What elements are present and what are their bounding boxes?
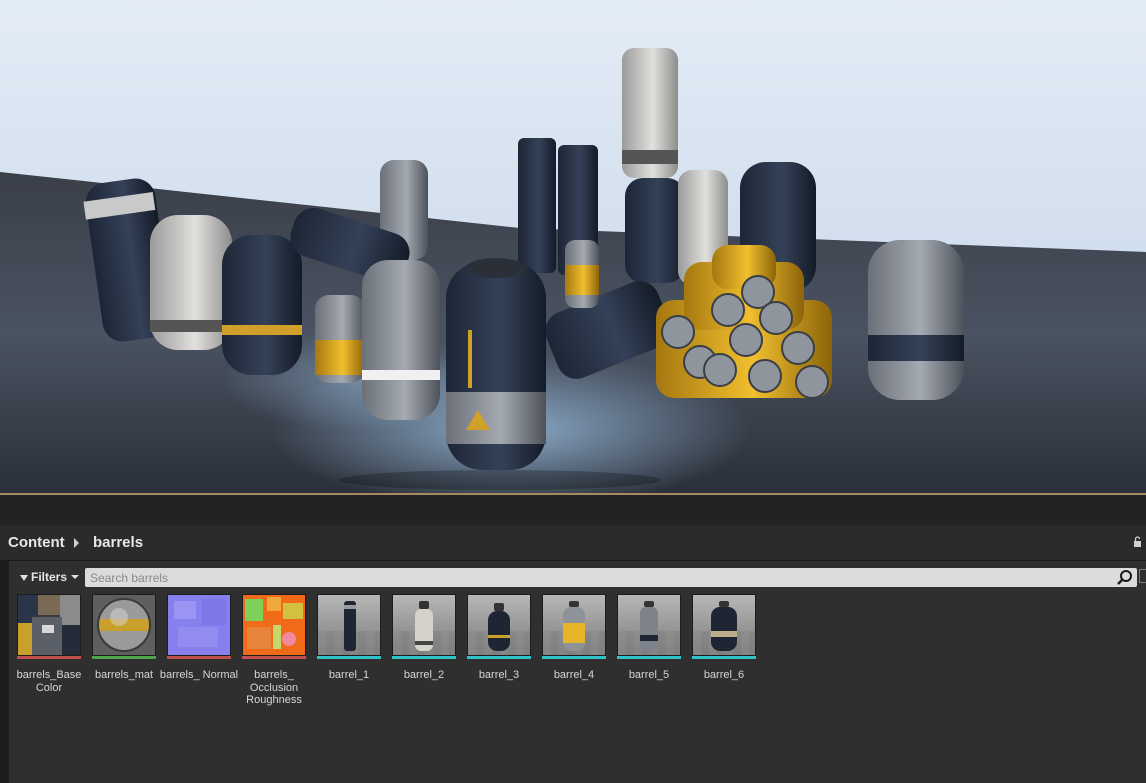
search-box bbox=[85, 568, 1137, 587]
texture-thumbnail bbox=[17, 594, 81, 656]
breadcrumb-barrels[interactable]: barrels bbox=[93, 534, 143, 551]
panel-divider[interactable] bbox=[0, 495, 1146, 525]
breadcrumb: Content barrels bbox=[0, 525, 1146, 561]
search-input[interactable] bbox=[90, 569, 1100, 586]
asset-type-bar bbox=[617, 656, 681, 659]
search-icon[interactable] bbox=[1116, 569, 1134, 586]
asset-label: barrel_4 bbox=[553, 669, 595, 681]
chevron-right-icon[interactable] bbox=[74, 538, 79, 548]
asset-type-bar bbox=[467, 656, 531, 659]
mesh-thumbnail bbox=[317, 594, 381, 656]
asset-label: barrels_Base Color bbox=[16, 669, 82, 694]
asset-type-bar bbox=[392, 656, 456, 659]
asset-type-bar bbox=[92, 656, 156, 659]
asset-label: barrels_mat bbox=[94, 669, 154, 681]
asset-type-bar bbox=[17, 656, 81, 659]
filters-label: Filters bbox=[31, 569, 68, 584]
asset-label: barrels_ Occlusion Roughness bbox=[246, 669, 302, 706]
texture-thumbnail bbox=[242, 594, 306, 656]
viewport-scene bbox=[0, 48, 1146, 495]
asset-type-bar bbox=[317, 656, 381, 659]
mesh-thumbnail bbox=[392, 594, 456, 656]
mesh-thumbnail bbox=[467, 594, 531, 656]
asset-label: barrel_3 bbox=[478, 669, 520, 681]
asset-label: barrels_ Normal bbox=[159, 669, 239, 681]
asset-label: barrel_2 bbox=[403, 669, 445, 681]
asset-type-bar bbox=[692, 656, 756, 659]
asset-type-bar bbox=[167, 656, 231, 659]
asset-grid: barrels_Base Color barrels_mat barrels_ … bbox=[9, 593, 1146, 783]
material-thumbnail bbox=[92, 594, 156, 656]
lock-icon[interactable] bbox=[1133, 536, 1144, 547]
breadcrumb-content[interactable]: Content bbox=[8, 534, 65, 551]
mesh-thumbnail bbox=[617, 594, 681, 656]
content-browser: Content barrels Filters Search barrels b… bbox=[0, 525, 1146, 783]
level-viewport[interactable] bbox=[0, 0, 1146, 495]
view-options-icon[interactable] bbox=[1139, 569, 1146, 583]
content-toolbar: Filters bbox=[9, 561, 1146, 593]
mesh-thumbnail bbox=[692, 594, 756, 656]
chevron-down-icon bbox=[71, 574, 80, 579]
asset-label: barrel_5 bbox=[628, 669, 670, 681]
asset-type-bar bbox=[242, 656, 306, 659]
asset-label: barrel_1 bbox=[328, 669, 370, 681]
asset-label: barrel_6 bbox=[703, 669, 745, 681]
texture-thumbnail bbox=[167, 594, 231, 656]
funnel-icon bbox=[20, 574, 28, 581]
mesh-thumbnail bbox=[542, 594, 606, 656]
asset-type-bar bbox=[542, 656, 606, 659]
filters-button[interactable]: Filters bbox=[16, 567, 83, 586]
